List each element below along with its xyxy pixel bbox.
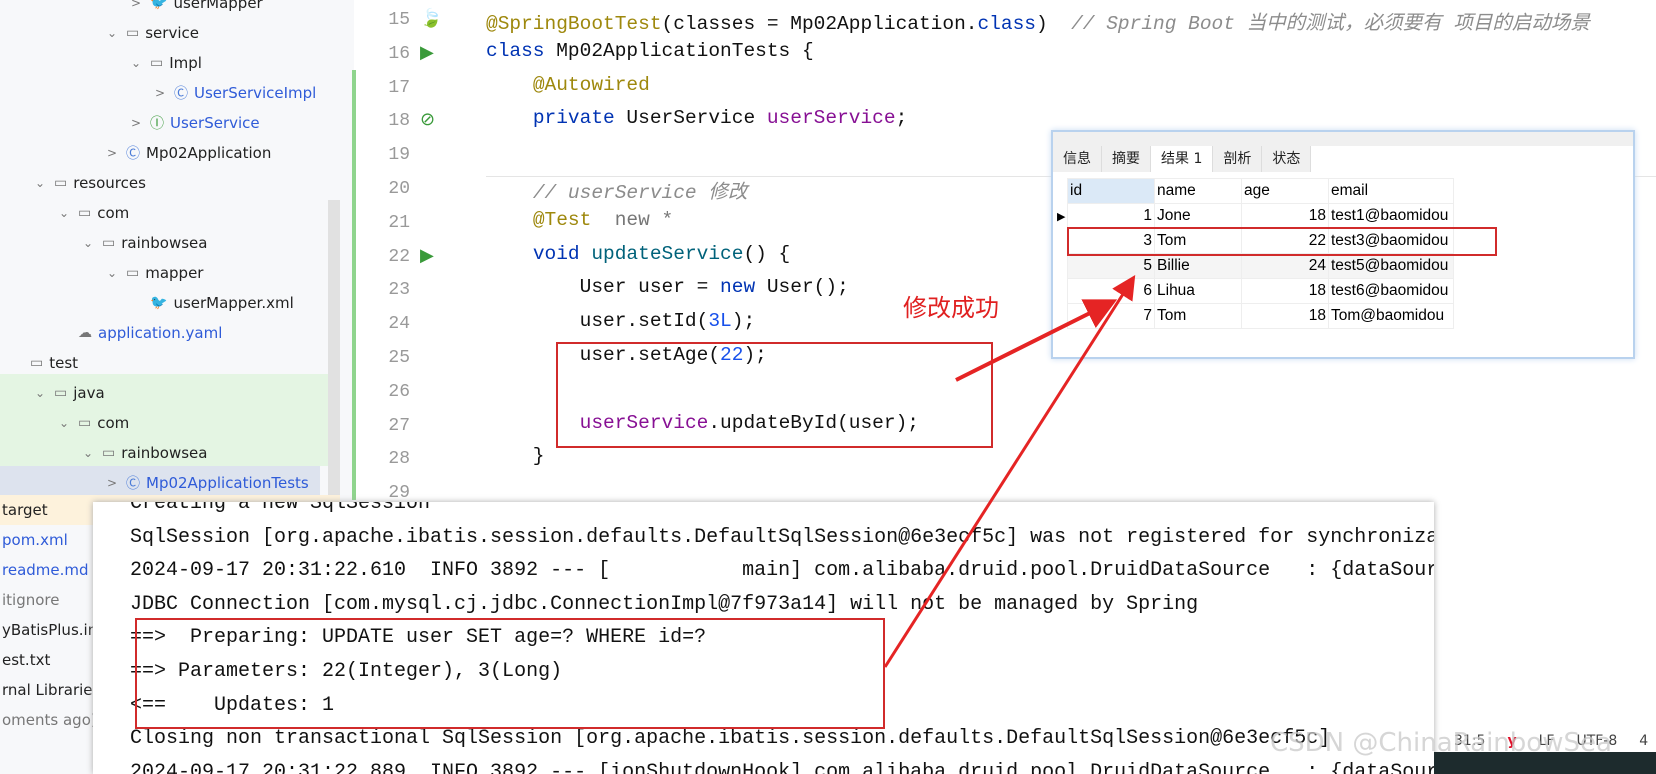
watermark: CSDN @ChinaRainbowSea [1270, 728, 1612, 758]
indent[interactable]: 4 [1639, 733, 1648, 749]
annotation-arrows [883, 274, 1136, 668]
arrow-code-to-table [955, 299, 1118, 382]
arrow-sql-to-table [883, 274, 1136, 668]
